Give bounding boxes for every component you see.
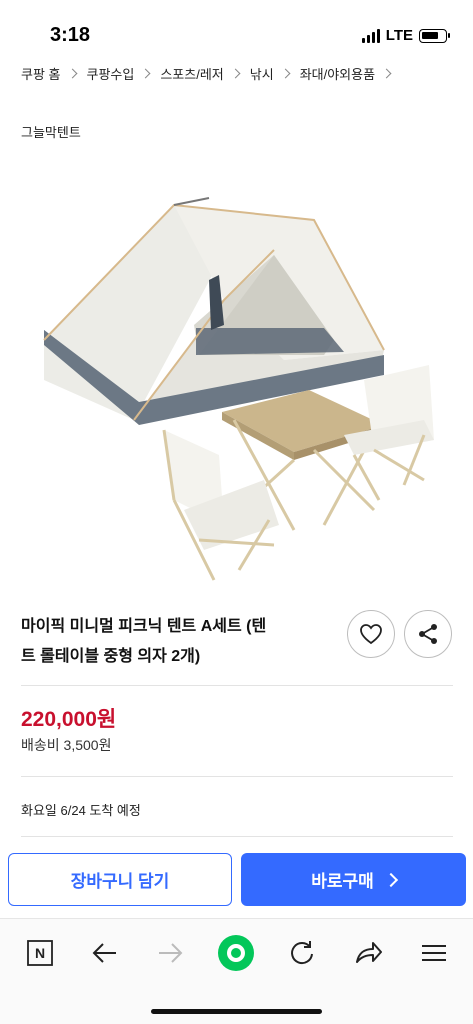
share-icon bbox=[419, 624, 437, 644]
brand-link[interactable]: 그늘막텐트 bbox=[21, 122, 81, 141]
reload-icon[interactable] bbox=[282, 933, 322, 973]
heart-icon bbox=[360, 624, 382, 645]
home-indicator bbox=[151, 1009, 322, 1014]
chair-left-illustration bbox=[162, 429, 279, 581]
menu-icon[interactable] bbox=[414, 933, 454, 973]
product-price: 220,000원 bbox=[21, 708, 117, 731]
breadcrumb-item-sports[interactable]: 스포츠/레저 bbox=[160, 64, 223, 83]
svg-text:N: N bbox=[35, 945, 45, 961]
battery-icon bbox=[419, 28, 450, 43]
product-image[interactable] bbox=[24, 180, 449, 590]
chevron-right-icon bbox=[381, 68, 392, 79]
divider bbox=[21, 836, 453, 837]
delivery-estimate: 화요일 6/24 도착 예정 bbox=[21, 803, 141, 818]
chevron-right-icon bbox=[280, 68, 291, 79]
naver-n-icon[interactable]: N bbox=[20, 933, 60, 973]
divider bbox=[21, 685, 453, 686]
breadcrumb-item-home[interactable]: 쿠팡 홈 bbox=[21, 64, 61, 83]
share-arrow-icon[interactable] bbox=[348, 933, 388, 973]
divider bbox=[21, 776, 453, 777]
breadcrumb-item-import[interactable]: 쿠팡수입 bbox=[87, 64, 135, 83]
shipping-fee: 배송비 3,500원 bbox=[21, 737, 112, 753]
breadcrumb-item-outdoor[interactable]: 좌대/야외용품 bbox=[300, 64, 375, 83]
breadcrumb-item-fishing[interactable]: 낚시 bbox=[250, 64, 274, 83]
network-label: LTE bbox=[385, 27, 413, 44]
chevron-right-icon bbox=[67, 68, 77, 79]
chair-right-illustration bbox=[344, 365, 434, 501]
green-dot-icon[interactable] bbox=[216, 933, 256, 973]
status-indicators: LTE bbox=[361, 27, 450, 44]
buy-now-button[interactable]: 바로구매 bbox=[241, 853, 466, 906]
breadcrumb: 쿠팡 홈 쿠팡수입 스포츠/레저 낚시 좌대/야외용품 bbox=[21, 64, 401, 83]
chevron-right-icon bbox=[230, 68, 241, 79]
product-title-line-1: 마이픽 미니멀 피크닉 텐트 A세트 (텐 bbox=[21, 618, 267, 635]
add-to-cart-button[interactable]: 장바구니 담기 bbox=[8, 853, 232, 906]
share-button[interactable] bbox=[404, 610, 452, 658]
wishlist-button[interactable] bbox=[347, 610, 395, 658]
add-to-cart-label: 장바구니 담기 bbox=[70, 872, 170, 891]
forward-arrow-icon[interactable] bbox=[150, 933, 190, 973]
product-title: 마이픽 미니멀 피크닉 텐트 A세트 (텐 트 롤테이블 중형 의자 2개) bbox=[21, 612, 321, 672]
buy-now-label: 바로구매 bbox=[311, 872, 374, 891]
chevron-right-icon bbox=[383, 872, 398, 887]
product-title-line-2: 트 롤테이블 중형 의자 2개) bbox=[21, 648, 201, 665]
chevron-right-icon bbox=[140, 68, 151, 79]
status-time: 3:18 bbox=[50, 24, 91, 46]
back-arrow-icon[interactable] bbox=[85, 933, 125, 973]
signal-icon bbox=[361, 28, 380, 43]
status-bar: 3:18 LTE bbox=[0, 0, 473, 60]
tent-illustration bbox=[43, 197, 385, 425]
browser-toolbar: N bbox=[0, 918, 473, 1024]
